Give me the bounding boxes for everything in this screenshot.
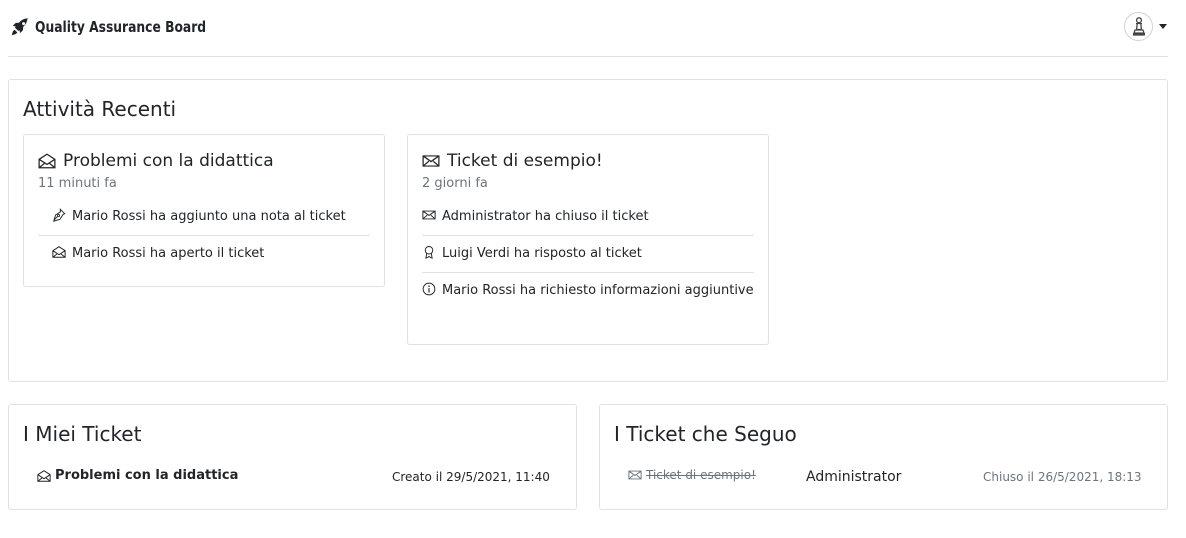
envelope-open-icon xyxy=(38,153,56,169)
activity-item[interactable]: Ticket di esempio! 2 giorni fa Administr… xyxy=(407,134,769,345)
pen-nib-icon xyxy=(53,208,66,222)
activity-event-list: Mario Rossi ha aggiunto una nota al tick… xyxy=(38,199,370,272)
ticket-title: Ticket di esempio! xyxy=(646,468,756,482)
my-tickets-card: I Miei Ticket Problemi con la didattica … xyxy=(8,404,577,510)
activity-time: 2 giorni fa xyxy=(422,176,488,191)
envelope-open-icon xyxy=(37,469,51,482)
activity-item[interactable]: Problemi con la didattica 11 minuti fa M… xyxy=(23,134,385,287)
avatar xyxy=(1124,12,1153,41)
brand-link[interactable]: Quality Assurance Board xyxy=(11,16,244,38)
info-circle-icon xyxy=(422,282,436,296)
activity-time: 11 minuti fa xyxy=(38,176,117,191)
ticket-title: Problemi con la didattica xyxy=(55,468,239,483)
award-icon xyxy=(424,246,434,259)
chevron-down-icon xyxy=(1159,24,1167,29)
brand-title: Quality Assurance Board xyxy=(35,18,207,36)
envelope-icon xyxy=(422,210,436,220)
ticket-row[interactable]: Problemi con la didattica xyxy=(37,468,238,483)
activity-event: Mario Rossi ha aggiunto una nota al tick… xyxy=(38,199,370,236)
ticket-row[interactable]: Ticket di esempio! xyxy=(628,468,756,482)
activity-event: Mario Rossi ha richiesto informazioni ag… xyxy=(422,273,754,309)
ticket-date: Creato il 29/5/2021, 11:40 xyxy=(392,470,550,484)
navbar: Quality Assurance Board xyxy=(8,0,1168,57)
envelope-open-icon xyxy=(52,246,66,258)
ticket-author: Administrator xyxy=(806,469,902,485)
envelope-icon xyxy=(628,470,642,480)
activity-ticket-title: Ticket di esempio! xyxy=(447,151,603,171)
user-menu-toggle[interactable] xyxy=(1124,12,1167,41)
followed-tickets-card: I Ticket che Seguo Ticket di esempio! Ad… xyxy=(599,404,1168,510)
activity-event-list: Administrator ha chiuso il ticket Luigi … xyxy=(422,199,754,309)
rocket-icon xyxy=(11,18,29,36)
chess-pawn-icon xyxy=(1132,16,1145,36)
activity-event: Luigi Verdi ha risposto al ticket xyxy=(422,236,754,273)
ticket-date: Chiuso il 26/5/2021, 18:13 xyxy=(983,470,1142,484)
envelope-icon xyxy=(422,155,440,167)
activity-event: Administrator ha chiuso il ticket xyxy=(422,199,754,236)
activity-ticket-title: Problemi con la didattica xyxy=(63,151,274,171)
my-tickets-title: I Miei Ticket xyxy=(23,422,142,446)
activity-event: Mario Rossi ha aperto il ticket xyxy=(38,236,370,272)
recent-activity-card: Attività Recenti Problemi con la didatti… xyxy=(8,79,1168,382)
recent-activity-title: Attività Recenti xyxy=(23,97,177,121)
followed-tickets-title: I Ticket che Seguo xyxy=(614,422,797,446)
